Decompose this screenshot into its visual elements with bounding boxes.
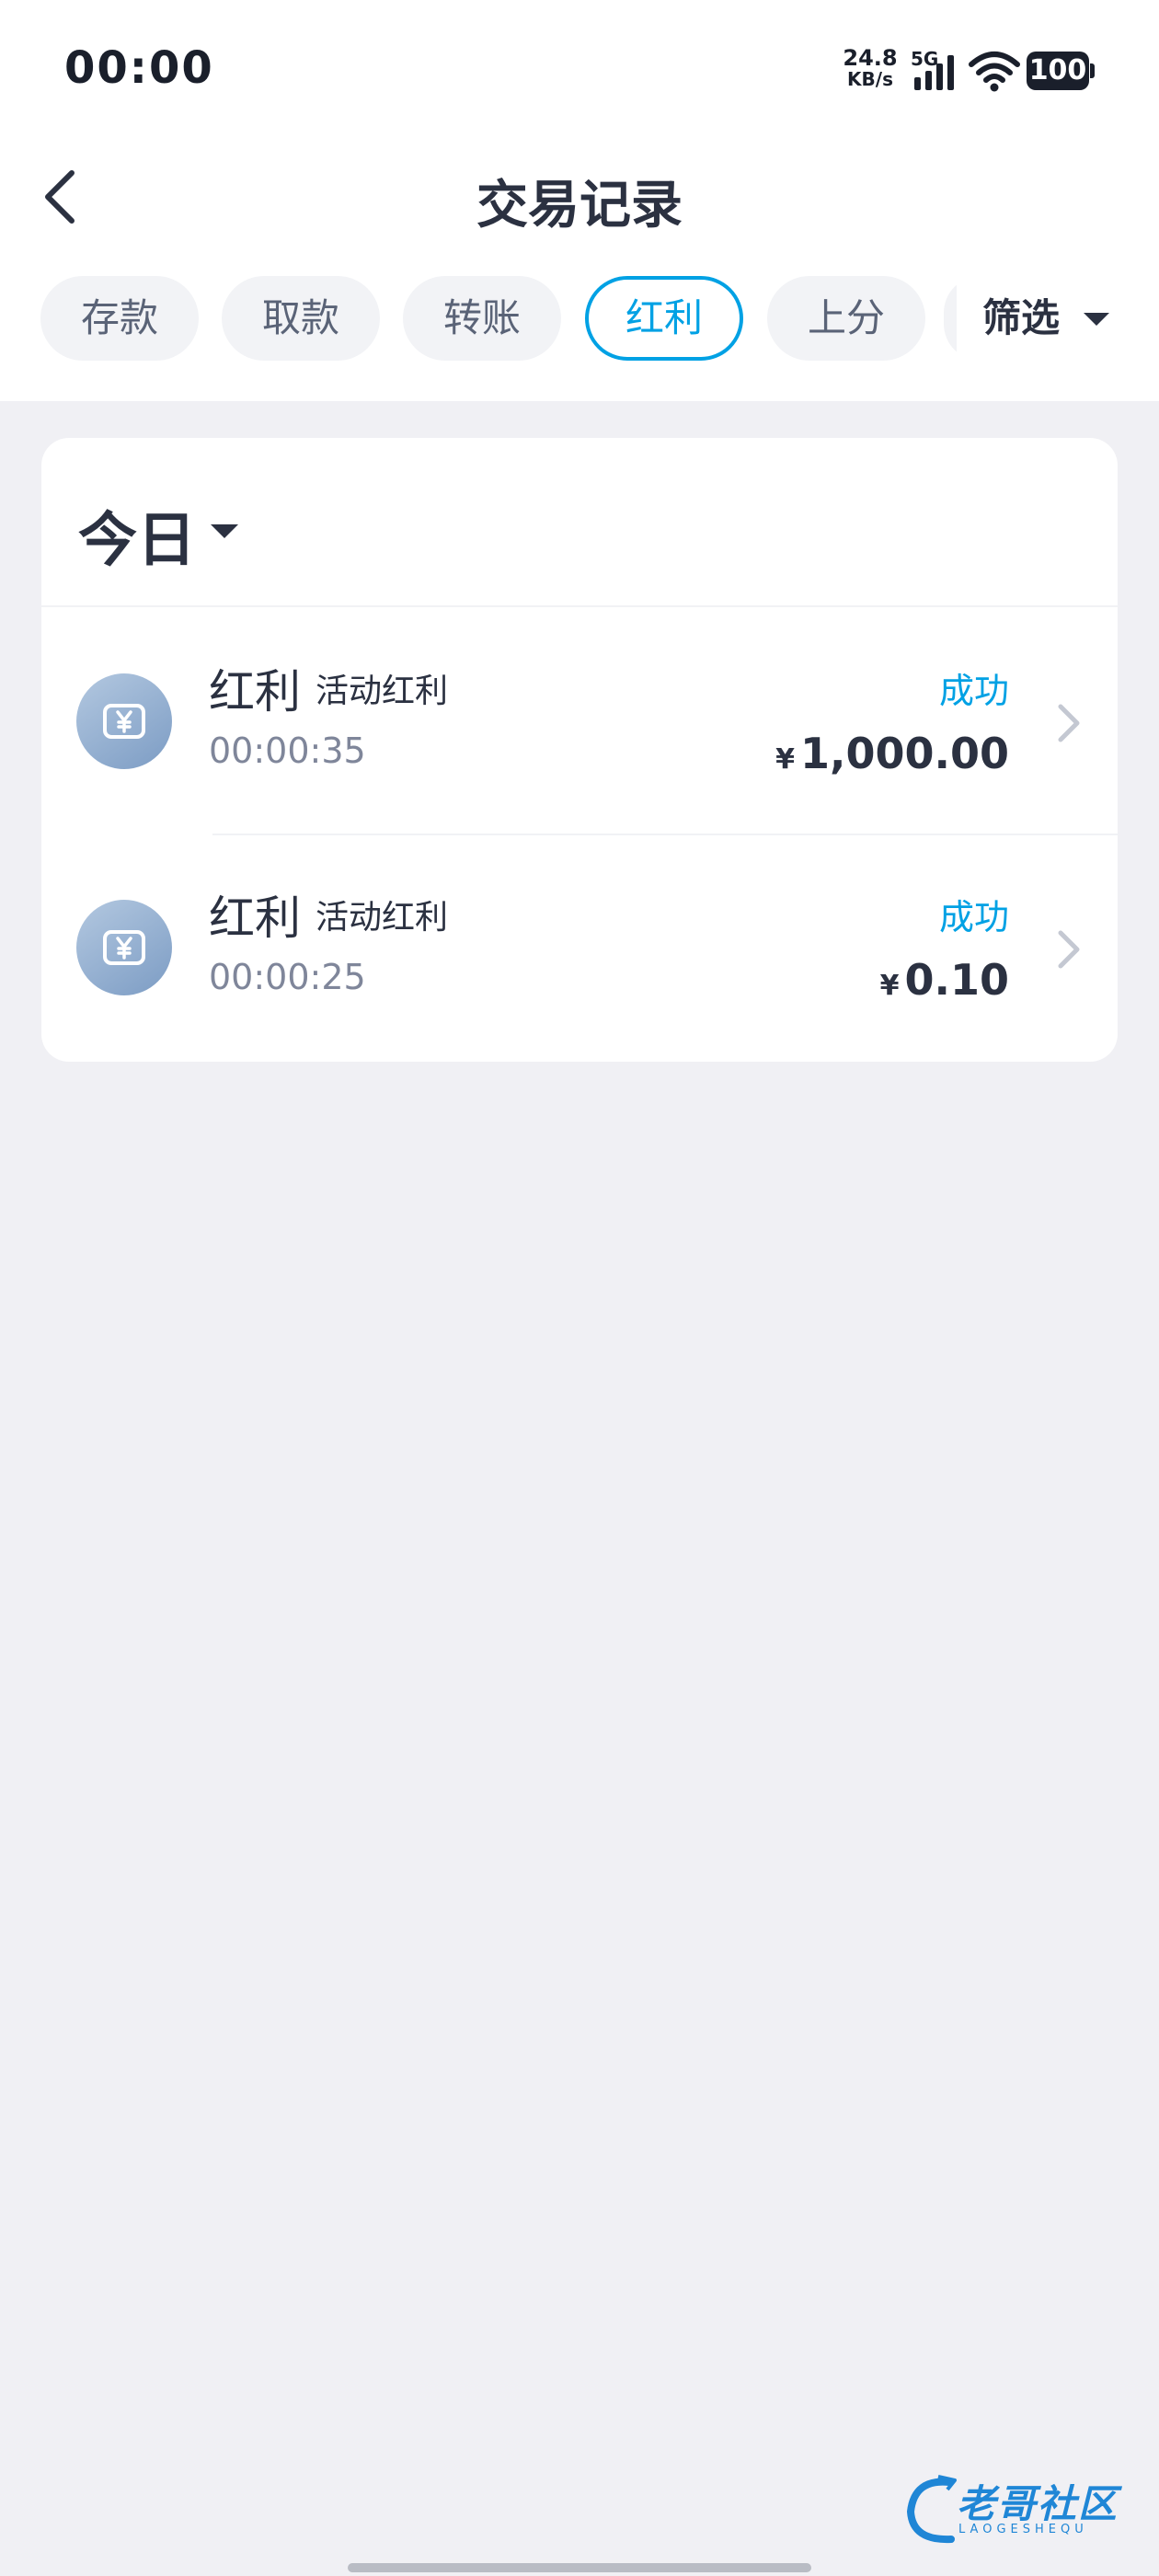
record-subtype: 活动红利 <box>316 673 449 710</box>
network-speed: 24.8 KB/s <box>841 45 900 90</box>
amount-value: 0.10 <box>904 955 1010 1005</box>
transaction-type-tabs: 存款 取款 转账 红利 上分 筛选 <box>0 276 1159 361</box>
header-area: 00:00 24.8 KB/s 5G 100 交易记录 存款 取款 转账 红利 … <box>0 0 1159 401</box>
wifi-icon <box>969 52 1020 92</box>
record-time: 00:00:25 <box>209 957 366 997</box>
battery-level: 100 <box>1027 52 1089 90</box>
network-speed-value: 24.8 <box>843 45 898 71</box>
home-indicator[interactable] <box>348 2563 811 2572</box>
tab-transfer[interactable]: 转账 <box>403 276 561 361</box>
filter-label: 筛选 <box>982 295 1061 340</box>
status-bar: 00:00 24.8 KB/s 5G 100 <box>0 0 1159 138</box>
tab-credit[interactable]: 上分 <box>767 276 925 361</box>
record-subtype: 活动红利 <box>316 899 449 937</box>
record-amount: ¥0.10 <box>880 955 1009 1005</box>
date-label: 今日 <box>78 507 196 575</box>
record-type: 红利 <box>209 891 301 945</box>
watermark-text: 老哥社区 <box>957 2481 1119 2526</box>
divider <box>212 834 1118 835</box>
tab-bonus[interactable]: 红利 <box>585 276 743 361</box>
record-row[interactable]: 红利 活动红利 00:00:25 成功 ¥0.10 <box>41 834 1118 1062</box>
signal-icon <box>914 55 954 90</box>
record-amount: ¥1,000.00 <box>775 729 1009 778</box>
filter-button[interactable]: 筛选 <box>957 276 1159 361</box>
caret-down-icon <box>211 524 238 538</box>
status-badge: 成功 <box>938 671 1009 711</box>
page-title: 交易记录 <box>476 176 683 236</box>
tab-withdraw[interactable]: 取款 <box>222 276 380 361</box>
nav-bar: 交易记录 <box>0 147 1159 245</box>
chevron-right-icon <box>1058 704 1080 742</box>
battery-tip <box>1090 63 1095 78</box>
caret-down-icon <box>1084 313 1109 326</box>
record-row[interactable]: 红利 活动红利 00:00:35 成功 ¥1,000.00 <box>41 607 1118 835</box>
status-time: 00:00 <box>64 42 214 94</box>
battery-icon: 100 <box>1027 52 1095 90</box>
yuan-card-icon <box>76 673 172 769</box>
currency-symbol: ¥ <box>775 743 795 776</box>
tab-deposit[interactable]: 存款 <box>40 276 199 361</box>
record-type: 红利 <box>209 665 301 719</box>
network-speed-unit: KB/s <box>847 68 893 90</box>
watermark-subtext: LAOGESHEQU <box>958 2523 1088 2536</box>
chevron-right-icon <box>1058 930 1080 969</box>
amount-value: 1,000.00 <box>800 729 1009 778</box>
status-badge: 成功 <box>938 897 1009 937</box>
yuan-card-icon <box>76 900 172 995</box>
watermark-logo: 老哥社区 LAOGESHEQU <box>901 2469 1150 2550</box>
date-selector[interactable]: 今日 <box>78 493 238 575</box>
record-time: 00:00:35 <box>209 730 366 771</box>
currency-symbol: ¥ <box>879 970 900 1002</box>
records-card: 今日 红利 活动红利 00:00:35 成功 ¥1,000.00 红利 活动红利 <box>41 438 1118 1062</box>
